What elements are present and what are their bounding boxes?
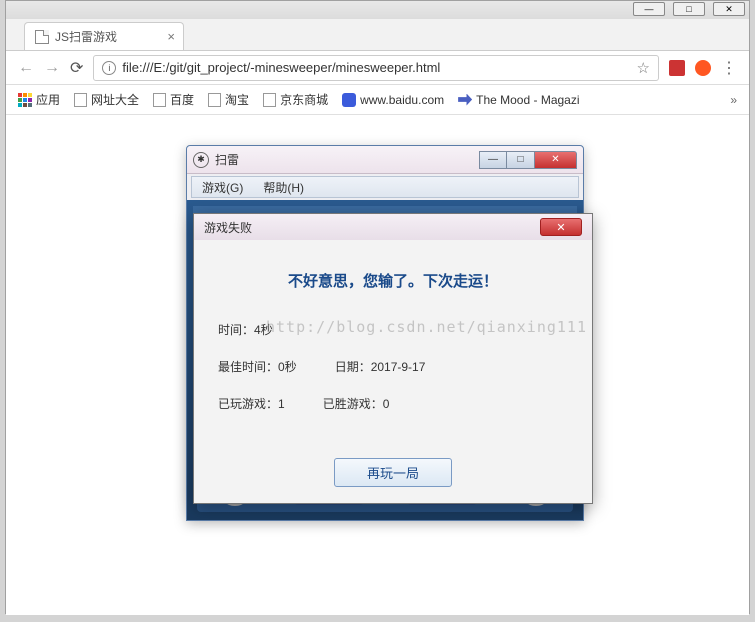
date-stat: 日期：2017-9-17 xyxy=(335,360,426,374)
menu-help[interactable]: 帮助(H) xyxy=(253,179,314,196)
mine-app-icon: ✱ xyxy=(193,152,209,168)
dialog-title-text: 游戏失败 xyxy=(204,219,252,236)
browser-tab[interactable]: JS扫雷游戏 × xyxy=(24,22,184,50)
dialog-titlebar[interactable]: 游戏失败 ✕ xyxy=(194,214,592,240)
extension-icon[interactable] xyxy=(695,60,711,76)
site-info-icon[interactable]: i xyxy=(102,61,116,75)
dialog-heading: 不好意思，您输了。下次走运！ xyxy=(218,270,568,291)
bookmark-item[interactable]: The Mood - Magazi xyxy=(458,93,579,107)
chrome-menu-button[interactable]: ⋮ xyxy=(721,58,737,78)
time-stat: 时间：4秒 xyxy=(218,323,273,337)
dialog-close-button[interactable]: ✕ xyxy=(540,218,582,236)
apps-button[interactable]: 应用 xyxy=(18,91,60,108)
bookmark-item[interactable]: 淘宝 xyxy=(208,91,249,108)
reload-button[interactable]: ⟳ xyxy=(70,58,83,78)
back-button[interactable]: ← xyxy=(18,59,34,77)
arrow-icon xyxy=(458,94,472,106)
tab-title: JS扫雷游戏 xyxy=(55,28,117,45)
os-close-button[interactable]: ✕ xyxy=(713,2,745,16)
tab-close-icon[interactable]: × xyxy=(167,29,175,44)
game-over-dialog: 游戏失败 ✕ 不好意思，您输了。下次走运！ http://blog.csdn.n… xyxy=(193,213,593,504)
best-time-stat: 最佳时间：0秒 xyxy=(218,360,297,374)
mine-titlebar[interactable]: ✱ 扫雷 — □ ✕ xyxy=(187,146,583,174)
page-icon xyxy=(153,93,166,107)
bookmark-star-icon[interactable]: ☆ xyxy=(637,59,650,77)
apps-icon xyxy=(18,93,32,107)
mine-menubar: 游戏(G) 帮助(H) xyxy=(191,176,579,198)
baidu-icon xyxy=(342,93,356,107)
forward-button[interactable]: → xyxy=(44,59,60,77)
bookmark-item[interactable]: 网址大全 xyxy=(74,91,139,108)
bookmarks-bar: 应用 网址大全 百度 淘宝 京东商城 www.baidu.com The Moo… xyxy=(6,85,749,115)
games-won-stat: 已胜游戏：0 xyxy=(323,397,390,411)
os-titlebar: — □ ✕ xyxy=(6,1,749,19)
url-input[interactable] xyxy=(122,60,636,75)
mine-title-text: 扫雷 xyxy=(215,151,239,168)
menu-game[interactable]: 游戏(G) xyxy=(192,179,253,196)
page-icon xyxy=(208,93,221,107)
play-again-button[interactable]: 再玩一局 xyxy=(334,458,452,487)
os-min-button[interactable]: — xyxy=(633,2,665,16)
mine-min-button[interactable]: — xyxy=(479,151,507,169)
bookmark-item[interactable]: 百度 xyxy=(153,91,194,108)
bookmarks-overflow-button[interactable]: » xyxy=(730,93,737,107)
bookmark-item[interactable]: 京东商城 xyxy=(263,91,328,108)
page-icon xyxy=(263,93,276,107)
tab-strip: JS扫雷游戏 × xyxy=(6,19,749,51)
games-played-stat: 已玩游戏：1 xyxy=(218,397,285,411)
mine-max-button[interactable]: □ xyxy=(507,151,535,169)
page-icon xyxy=(74,93,87,107)
bookmark-item[interactable]: www.baidu.com xyxy=(342,93,444,107)
page-viewport: ✱ 扫雷 — □ ✕ 游戏(G) 帮助(H) xyxy=(6,115,749,615)
extension-icon[interactable] xyxy=(669,60,685,76)
toolbar: ← → ⟳ i ☆ ⋮ xyxy=(6,51,749,85)
file-icon xyxy=(35,30,49,44)
os-max-button[interactable]: □ xyxy=(673,2,705,16)
address-bar[interactable]: i ☆ xyxy=(93,55,659,81)
mine-close-button[interactable]: ✕ xyxy=(535,151,577,169)
